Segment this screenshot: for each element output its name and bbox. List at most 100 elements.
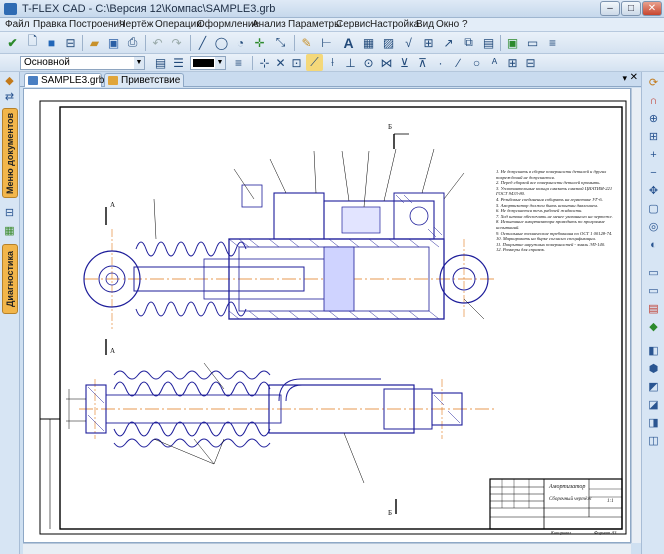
rotate-icon[interactable]: ⟳ bbox=[645, 76, 662, 91]
horizontal-scrollbar[interactable] bbox=[23, 543, 631, 554]
graphic-line-icon[interactable]: ⤡ bbox=[272, 34, 289, 51]
tab-list-icon[interactable]: ▾ bbox=[622, 73, 627, 84]
fragment-icon[interactable]: ⧉ bbox=[460, 34, 477, 51]
minimize-button[interactable]: – bbox=[600, 1, 620, 16]
page-icon[interactable]: ▭ bbox=[524, 34, 541, 51]
hatch-icon[interactable]: ▨ bbox=[380, 34, 397, 51]
zoom-window-icon[interactable]: ⊕ bbox=[645, 112, 662, 127]
snap-off-icon[interactable]: ⊟ bbox=[522, 54, 539, 71]
close-button[interactable]: ✕ bbox=[642, 1, 662, 16]
tolerance-icon[interactable]: ⊞ bbox=[420, 34, 437, 51]
leader-icon[interactable]: ↗ bbox=[440, 34, 457, 51]
snap-point-icon[interactable]: · bbox=[432, 54, 449, 71]
maximize-button[interactable]: □ bbox=[621, 1, 641, 16]
magnet-icon[interactable]: ∩ bbox=[645, 94, 662, 109]
confirm-icon[interactable]: ✔ bbox=[4, 34, 21, 51]
undo-icon[interactable]: ↶ bbox=[149, 34, 166, 51]
color-combo[interactable]: ▼ bbox=[190, 56, 226, 70]
save-icon[interactable]: ▣ bbox=[105, 34, 122, 51]
menu-operations[interactable]: Операции bbox=[155, 19, 202, 30]
pages-icon[interactable]: ▤ bbox=[645, 302, 662, 317]
view-prev-icon[interactable]: ◐ bbox=[645, 238, 662, 253]
section-mark-a-bottom: А bbox=[110, 347, 116, 355]
fit-icon[interactable]: ▢ bbox=[645, 202, 662, 217]
layer-settings-icon[interactable]: ▤ bbox=[152, 54, 169, 71]
snap-perp-icon[interactable]: ⊥ bbox=[342, 54, 359, 71]
snap-text-icon[interactable]: ᴬ bbox=[486, 54, 503, 71]
iso-view-icon[interactable]: ⬢ bbox=[645, 362, 662, 377]
menu-window[interactable]: Окно bbox=[436, 19, 459, 30]
page-1-icon[interactable]: ▭ bbox=[645, 266, 662, 281]
tab-welcome[interactable]: Приветствие bbox=[104, 73, 184, 87]
model-icon[interactable]: ▣ bbox=[504, 34, 521, 51]
panel-pin-icon[interactable]: ◆ bbox=[1, 74, 18, 89]
tab-sample3[interactable]: SAMPLE3.grb bbox=[24, 73, 104, 87]
variables-icon[interactable]: ≡ bbox=[544, 34, 561, 51]
roughness-icon[interactable]: √ bbox=[400, 34, 417, 51]
menu-view[interactable]: Вид bbox=[416, 19, 434, 30]
panel-layers-icon[interactable]: ▦ bbox=[1, 224, 18, 239]
menu-construction[interactable]: Построения bbox=[69, 19, 125, 30]
line-icon[interactable]: ╱ bbox=[194, 34, 211, 51]
sketch-icon[interactable]: ✎ bbox=[298, 34, 315, 51]
dimension-icon[interactable]: ⊢ bbox=[318, 34, 335, 51]
menu-service[interactable]: Сервис bbox=[336, 19, 370, 30]
tab-close-icon[interactable]: ✕ bbox=[630, 72, 638, 83]
arc-icon[interactable]: ◔ bbox=[232, 34, 249, 51]
node-icon[interactable]: ✛ bbox=[251, 34, 268, 51]
menu-settings[interactable]: Настройка bbox=[370, 19, 419, 30]
menu-parameters[interactable]: Параметры bbox=[288, 19, 341, 30]
snap-grid-icon[interactable]: ⊡ bbox=[288, 54, 305, 71]
new-document-icon[interactable]: 🗋 bbox=[24, 34, 41, 51]
snap-tangent-icon[interactable]: ⟊ bbox=[324, 54, 341, 71]
menu-help[interactable]: ? bbox=[462, 19, 468, 30]
text-icon[interactable]: A bbox=[340, 34, 357, 51]
snap-mid-icon[interactable]: ⊻ bbox=[396, 54, 413, 71]
snap-node-icon[interactable]: ✕ bbox=[272, 54, 289, 71]
redraw-icon[interactable]: ◎ bbox=[645, 220, 662, 235]
cube-icon[interactable]: ◧ bbox=[645, 344, 662, 359]
snap-circle-icon[interactable]: ○ bbox=[468, 54, 485, 71]
vertical-scrollbar[interactable] bbox=[631, 88, 641, 543]
pan-icon[interactable]: ✥ bbox=[645, 184, 662, 199]
snap-intersect-icon[interactable]: ⋈ bbox=[378, 54, 395, 71]
panel-model-icon[interactable]: ⊟ bbox=[1, 206, 18, 221]
redo-icon[interactable]: ↷ bbox=[168, 34, 185, 51]
open-folder-icon[interactable]: ▰ bbox=[86, 34, 103, 51]
side-view-icon[interactable]: ◨ bbox=[645, 416, 662, 431]
zoom-in-icon[interactable]: + bbox=[645, 148, 662, 163]
top-view-icon[interactable]: ◪ bbox=[645, 398, 662, 413]
layers-icon[interactable]: ◆ bbox=[645, 320, 662, 335]
picture-icon[interactable]: ▤ bbox=[480, 34, 497, 51]
menu-formatting[interactable]: Оформление bbox=[197, 19, 259, 30]
front-view-icon[interactable]: ◩ bbox=[645, 380, 662, 395]
tab-diagnostics[interactable]: Диагностика bbox=[2, 244, 18, 314]
zoom-all-icon[interactable]: ⊞ bbox=[645, 130, 662, 145]
menu-analysis[interactable]: Анализ bbox=[252, 19, 286, 30]
line-type-icon[interactable]: ☰ bbox=[170, 54, 187, 71]
layer-combo[interactable]: Основной ▼ bbox=[20, 56, 145, 70]
drawing-canvas[interactable]: Б Б А А 1. Не допускать в сборке поверхн… bbox=[23, 88, 631, 543]
menu-edit[interactable]: Правка bbox=[33, 19, 67, 30]
snap-line-icon[interactable]: ∕ bbox=[450, 54, 467, 71]
window-titlebar: T-FLEX CAD - C:\Версия 12\Компас\SAMPLE3… bbox=[0, 0, 664, 18]
circle-icon[interactable]: ◯ bbox=[213, 34, 230, 51]
page-2-icon[interactable]: ▭ bbox=[645, 284, 662, 299]
table-icon[interactable]: ▦ bbox=[360, 34, 377, 51]
stamp-title: Амортизатор bbox=[549, 484, 586, 490]
menu-drawing[interactable]: Чертёж bbox=[119, 19, 153, 30]
open-icon[interactable]: ⊟ bbox=[62, 34, 79, 51]
print-icon[interactable]: ⎙ bbox=[124, 34, 141, 51]
tab-document-menu[interactable]: Меню документов bbox=[2, 108, 18, 198]
snap-end-icon[interactable]: ⊼ bbox=[414, 54, 431, 71]
snap-icon[interactable]: ⊹ bbox=[256, 54, 273, 71]
menu-file[interactable]: Файл bbox=[5, 19, 30, 30]
snap-active-icon[interactable]: ⟋ bbox=[306, 54, 323, 71]
snap-center-icon[interactable]: ⊙ bbox=[360, 54, 377, 71]
back-view-icon[interactable]: ◫ bbox=[645, 434, 662, 449]
panel-nav-icon[interactable]: ⇄ bbox=[1, 90, 18, 105]
zoom-out-icon[interactable]: − bbox=[645, 166, 662, 181]
snap-all-icon[interactable]: ⊞ bbox=[504, 54, 521, 71]
line-width-icon[interactable]: ≡ bbox=[230, 54, 247, 71]
new-3d-icon[interactable]: ■ bbox=[43, 34, 60, 51]
